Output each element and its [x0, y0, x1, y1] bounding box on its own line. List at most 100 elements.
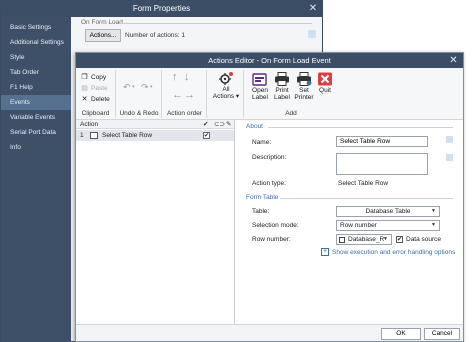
actions-editor-title: Actions Editor - On Form Load Event — [208, 56, 331, 65]
set-printer-icon — [297, 72, 312, 86]
close-icon[interactable]: ✕ — [308, 4, 318, 14]
sidebar-item-basic-settings[interactable]: Basic Settings — [1, 20, 71, 35]
help-icon[interactable] — [446, 136, 453, 143]
sidebar-item-info[interactable]: Info — [1, 140, 71, 155]
description-input[interactable] — [336, 153, 428, 175]
name-input[interactable] — [336, 136, 428, 147]
all-actions-button[interactable]: All Actions ▾ — [210, 71, 242, 100]
description-label: Description: — [252, 154, 287, 161]
open-label-line1: Open — [252, 87, 268, 94]
row-enabled-checkbox[interactable]: ✔ — [203, 132, 210, 139]
open-label-button[interactable]: Open Label — [249, 72, 271, 101]
undo-redo-group: ↶ ▾ ↷ ▾ Undo & Redo — [117, 70, 162, 118]
row-number-label: Row number: — [252, 236, 291, 243]
move-down-icon[interactable]: ↓ — [184, 71, 190, 83]
chevron-down-icon[interactable]: ▾ — [132, 84, 135, 90]
table-icon — [90, 132, 98, 139]
set-printer-line1: Set — [299, 87, 309, 94]
actions-count-text: Number of actions: 1 — [125, 32, 185, 39]
table-select[interactable]: Database Table ▼ — [336, 206, 440, 217]
move-right-icon[interactable]: → — [184, 89, 195, 101]
all-actions-label-line1: All — [222, 86, 230, 93]
clipboard-group: ❐ Copy ▤ Paste ✕ Delete Clipboard — [76, 70, 116, 118]
action-list-header: Action ✔ ⊂⊃ ✎ — [76, 120, 234, 129]
sidebar-item-events[interactable]: Events — [1, 95, 71, 110]
action-column-header: Action — [80, 121, 99, 128]
form-properties-sidebar: Basic Settings Additional Settings Style… — [1, 17, 71, 342]
row-number: 1 — [80, 132, 84, 139]
set-printer-button[interactable]: Set Printer — [293, 72, 315, 101]
variable-icon — [339, 237, 345, 243]
quit-icon — [318, 72, 332, 86]
undo-redo-group-label: Undo & Redo — [119, 110, 159, 117]
chevron-down-icon: ▼ — [431, 208, 436, 214]
show-execution-options-link[interactable]: Show execution and error handling option… — [332, 249, 455, 256]
expand-icon[interactable]: + — [321, 248, 329, 256]
ok-button[interactable]: OK — [381, 328, 421, 340]
row-number-select[interactable]: Database_R ▼ — [336, 234, 392, 245]
all-actions-group: All Actions ▾ — [208, 70, 244, 118]
close-icon[interactable]: ✕ — [448, 55, 459, 66]
chevron-down-icon: ▼ — [431, 222, 436, 228]
add-group-label: Add — [285, 110, 297, 117]
form-table-section-label: Form Table — [246, 194, 279, 201]
action-properties-pane: About Name: Description: Action type: Se… — [236, 120, 463, 326]
action-type-label: Action type: — [252, 180, 286, 187]
sidebar-item-additional-settings[interactable]: Additional Settings — [1, 35, 71, 50]
action-type-value: Select Table Row — [338, 180, 389, 187]
action-order-group: ↑ ↓ ← → Action order — [163, 70, 207, 118]
section-divider — [120, 23, 312, 24]
sidebar-item-serial-port-data[interactable]: Serial Port Data — [1, 125, 71, 140]
sidebar-item-variable-events[interactable]: Variable Events — [1, 110, 71, 125]
sidebar-item-tab-order[interactable]: Tab Order — [1, 65, 71, 80]
action-order-group-label: Action order — [166, 110, 203, 117]
move-left-icon[interactable]: ← — [172, 89, 183, 101]
data-source-label: Data source — [406, 236, 442, 243]
quit-label: Quit — [319, 87, 331, 94]
copy-icon: ❐ — [81, 74, 88, 81]
clipboard-group-label: Clipboard — [81, 110, 110, 117]
about-section-label: About — [246, 123, 263, 130]
form-properties-title: Form Properties — [132, 4, 191, 13]
chevron-down-icon[interactable]: ▾ — [150, 84, 153, 90]
help-icon[interactable] — [308, 30, 316, 38]
row-label: Select Table Row — [102, 132, 153, 139]
sidebar-item-style[interactable]: Style — [1, 50, 71, 65]
set-printer-line2: Printer — [294, 94, 314, 101]
data-source-checkbox[interactable]: ✔ — [396, 236, 403, 243]
delete-label: Delete — [91, 96, 110, 103]
delete-icon: ✕ — [81, 96, 88, 103]
cancel-button[interactable]: Cancel — [424, 328, 460, 340]
delete-button[interactable]: ✕ Delete — [80, 94, 110, 105]
section-divider — [280, 198, 453, 199]
copy-label: Copy — [91, 74, 107, 81]
table-label: Table: — [252, 208, 270, 215]
paste-button[interactable]: ▤ Paste — [80, 83, 108, 94]
paste-icon: ▤ — [81, 85, 88, 92]
printer-icon — [275, 72, 289, 86]
print-label-button[interactable]: Print Label — [271, 72, 293, 101]
redo-icon[interactable]: ↷ — [141, 82, 149, 93]
add-group: Open Label Print Label Set Printer Quit … — [245, 70, 337, 118]
actions-button[interactable]: Actions... — [85, 29, 121, 42]
action-list-row[interactable]: 1 Select Table Row ✔ — [76, 130, 234, 141]
quit-button[interactable]: Quit — [315, 72, 335, 94]
row-number-value: Database_R — [348, 236, 385, 243]
selection-mode-select[interactable]: Row number ▼ — [336, 220, 440, 231]
help-icon[interactable] — [446, 154, 453, 161]
undo-icon[interactable]: ↶ — [123, 82, 131, 93]
print-label-line1: Print — [275, 87, 289, 94]
all-actions-label-line2: Actions ▾ — [212, 93, 240, 100]
open-label-icon — [252, 73, 267, 86]
open-label-line2: Label — [252, 94, 268, 101]
sidebar-item-f1-help[interactable]: F1 Help — [1, 80, 71, 95]
paste-label: Paste — [91, 85, 108, 92]
gear-icon — [219, 72, 233, 85]
name-label: Name: — [252, 139, 272, 146]
selection-mode-label: Selection mode: — [252, 222, 299, 229]
form-properties-titlebar: Form Properties ✕ — [1, 1, 322, 17]
actions-editor-dialog: Actions Editor - On Form Load Event ✕ ❐ C… — [75, 52, 464, 342]
move-up-icon[interactable]: ↑ — [172, 71, 178, 83]
copy-button[interactable]: ❐ Copy — [80, 72, 106, 83]
selection-mode-value: Row number — [340, 222, 377, 229]
